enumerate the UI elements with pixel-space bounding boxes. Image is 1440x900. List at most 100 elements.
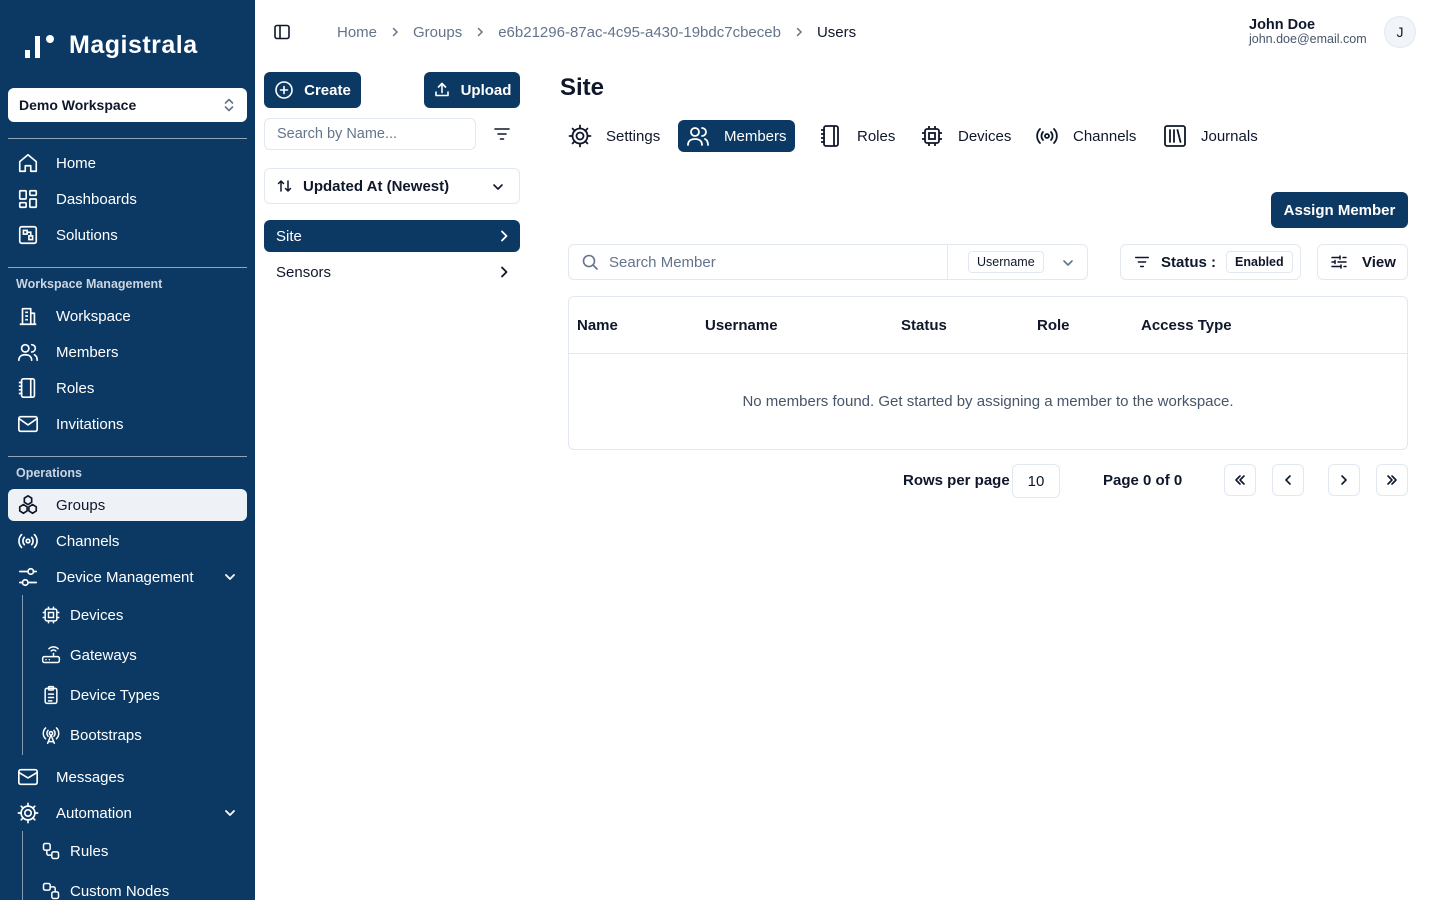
users-icon: [16, 340, 40, 364]
sidebar-item-label: Home: [56, 154, 97, 172]
users-icon: [686, 124, 710, 148]
sidebar-item-members[interactable]: Members: [8, 336, 247, 368]
library-icon: [1163, 124, 1187, 148]
sidebar-subitem-devices[interactable]: Devices: [34, 599, 247, 631]
members-table: Name Username Status Role Access Type No…: [568, 296, 1408, 450]
page-info: Page 0 of 0: [1103, 472, 1183, 489]
column-header-status: Status: [901, 317, 947, 334]
sidebar: Magistrala Demo Workspace Home Dashboard…: [0, 0, 255, 900]
mail-open-icon: [16, 765, 40, 789]
workflow-icon: [40, 840, 62, 862]
sort-select[interactable]: Updated At (Newest): [264, 168, 520, 204]
sort-label: Updated At (Newest): [303, 177, 450, 195]
search-field-select[interactable]: Username: [947, 245, 1088, 279]
sidebar-item-label: Groups: [56, 496, 106, 514]
chevrons-right-icon: [1385, 473, 1399, 487]
user-info[interactable]: John Doe john.doe@email.com: [1249, 18, 1367, 45]
sidebar-item-invitations[interactable]: Invitations: [8, 408, 247, 440]
plus-circle-icon: [274, 80, 294, 100]
sidebar-item-home[interactable]: Home: [8, 147, 247, 179]
breadcrumb-groups[interactable]: Groups: [413, 24, 462, 41]
chevron-right-icon: [496, 264, 512, 280]
antenna-icon: [40, 724, 62, 746]
sidebar-item-label: Workspace: [56, 307, 131, 325]
sidebar-item-channels[interactable]: Channels: [8, 525, 247, 557]
filter-lines-icon: [492, 124, 512, 144]
group-item-site[interactable]: Site: [264, 220, 520, 252]
status-filter-button[interactable]: Status : Enabled: [1120, 244, 1301, 280]
tab-settings[interactable]: Settings: [560, 120, 668, 152]
sidebar-item-automation[interactable]: Automation: [8, 797, 247, 829]
sidebar-item-dashboards[interactable]: Dashboards: [8, 183, 247, 215]
sidebar-subitem-gateways[interactable]: Gateways: [34, 639, 247, 671]
member-search-field: Username: [568, 244, 1088, 280]
status-filter-label: Status :: [1161, 253, 1217, 271]
clipboard-icon: [40, 684, 62, 706]
chevron-down-icon: [491, 180, 505, 194]
tab-roles[interactable]: Roles: [811, 120, 903, 152]
tab-devices[interactable]: Devices: [912, 120, 1019, 152]
member-search-input[interactable]: [609, 253, 929, 271]
avatar[interactable]: J: [1384, 16, 1416, 48]
building-icon: [16, 304, 40, 328]
tab-label: Roles: [857, 127, 896, 145]
page-title: Site: [560, 74, 605, 101]
pagination: Rows per page 10 Page 0 of 0: [0, 464, 1440, 498]
chevron-down-icon: [223, 570, 237, 584]
settings-icon: [568, 124, 592, 148]
sidebar-subitem-rules[interactable]: Rules: [34, 835, 247, 867]
workspace-selector[interactable]: Demo Workspace: [8, 88, 247, 122]
sidebar-subitem-label: Bootstraps: [70, 726, 142, 744]
dashboard-icon: [16, 187, 40, 211]
magistrala-logo-icon: [23, 30, 61, 60]
radio-icon: [16, 529, 40, 553]
sidebar-subitem-bootstraps[interactable]: Bootstraps: [34, 719, 247, 751]
sidebar-subitem-device-types[interactable]: Device Types: [34, 679, 247, 711]
group-filter-button[interactable]: [492, 124, 512, 144]
breadcrumb-group-id[interactable]: e6b21296-87ac-4c95-a430-19bdc7cbeceb: [498, 24, 781, 41]
sidebar-item-workspace[interactable]: Workspace: [8, 300, 247, 332]
app-name: Magistrala: [69, 30, 198, 59]
previous-page-button[interactable]: [1272, 464, 1304, 496]
sidebar-item-roles[interactable]: Roles: [8, 372, 247, 404]
group-item-sensors[interactable]: Sensors: [264, 256, 520, 288]
workspace-name: Demo Workspace: [19, 97, 137, 113]
user-name: John Doe: [1249, 17, 1316, 33]
sidebar-item-solutions[interactable]: Solutions: [8, 219, 247, 251]
breadcrumb: Home Groups e6b21296-87ac-4c95-a430-19bd…: [337, 22, 856, 42]
group-search-input[interactable]: [277, 126, 467, 142]
tab-label: Journals: [1201, 127, 1258, 145]
sidebar-item-label: Dashboards: [56, 190, 137, 208]
tab-channels[interactable]: Channels: [1027, 120, 1144, 152]
panel-left-icon: [272, 22, 292, 42]
tab-label: Channels: [1073, 127, 1137, 145]
sidebar-subitem-label: Custom Nodes: [70, 882, 170, 900]
sidebar-item-label: Automation: [56, 804, 132, 822]
breadcrumb-home[interactable]: Home: [337, 24, 377, 41]
section-label-workspace: Workspace Management: [16, 277, 163, 291]
create-group-button[interactable]: Create: [264, 72, 361, 108]
group-item-label: Site: [276, 227, 302, 245]
sidebar-subitem-custom-nodes[interactable]: Custom Nodes: [34, 875, 247, 900]
assign-member-button[interactable]: Assign Member: [1271, 192, 1408, 228]
sidebar-item-label: Invitations: [56, 415, 124, 433]
router-icon: [40, 644, 62, 666]
chevron-right-icon: [389, 26, 401, 38]
next-page-button[interactable]: [1328, 464, 1360, 496]
view-options-button[interactable]: View: [1317, 244, 1408, 280]
tab-journals[interactable]: Journals: [1155, 120, 1266, 152]
first-page-button[interactable]: [1224, 464, 1256, 496]
chevron-right-icon: [496, 228, 512, 244]
chevron-right-icon: [474, 26, 486, 38]
sidebar-item-device-management[interactable]: Device Management: [8, 561, 247, 593]
rows-per-page-select[interactable]: 10: [1012, 464, 1060, 498]
sidebar-item-messages[interactable]: Messages: [8, 761, 247, 793]
sidebar-toggle-button[interactable]: [272, 22, 292, 42]
tab-members[interactable]: Members: [678, 120, 795, 152]
upload-button[interactable]: Upload: [424, 72, 520, 108]
chevrons-up-down-icon: [222, 97, 236, 113]
last-page-button[interactable]: [1376, 464, 1408, 496]
app-logo[interactable]: Magistrala: [23, 30, 198, 60]
chevron-down-icon: [1061, 256, 1075, 270]
cpu-icon: [920, 124, 944, 148]
